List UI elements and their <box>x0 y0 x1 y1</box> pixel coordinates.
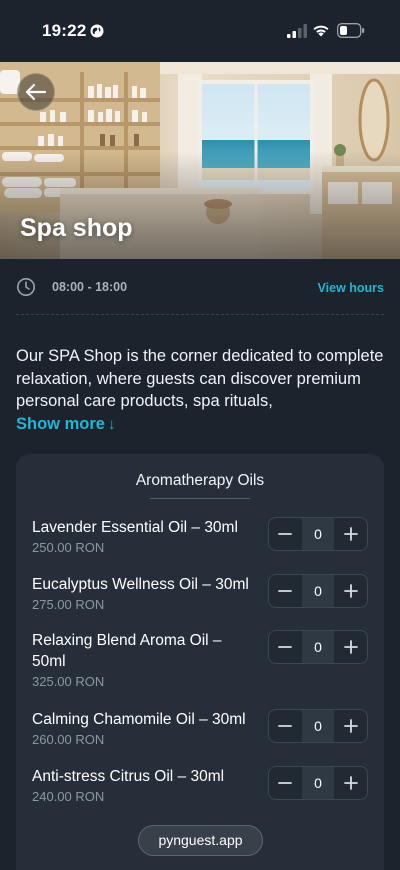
arrow-down-icon: ↓ <box>107 416 116 433</box>
plus-icon <box>344 776 358 790</box>
plus-icon <box>344 640 358 654</box>
status-time: 19:22 <box>42 21 87 40</box>
product-item: Eucalyptus Wellness Oil – 30ml 275.00 RO… <box>32 574 384 612</box>
site-url-badge: pynguest.app <box>138 825 263 856</box>
plus-icon <box>344 584 358 598</box>
quantity-stepper: 0 <box>268 517 368 551</box>
back-arrow-icon <box>25 83 47 101</box>
minus-icon <box>278 725 292 727</box>
signal-icon <box>287 24 307 38</box>
decrease-quantity-button[interactable] <box>269 710 301 742</box>
quantity-value: 0 <box>302 575 334 607</box>
globe-icon <box>90 24 104 38</box>
increase-quantity-button[interactable] <box>335 767 367 799</box>
quantity-stepper: 0 <box>268 709 368 743</box>
increase-quantity-button[interactable] <box>335 631 367 663</box>
product-name: Lavender Essential Oil – 30ml <box>32 519 238 536</box>
product-name: Calming Chamomile Oil – 30ml <box>32 711 246 728</box>
product-name: Relaxing Blend Aroma Oil – 50ml <box>32 632 222 670</box>
plus-icon <box>344 719 358 733</box>
divider <box>16 314 384 315</box>
opening-hours-row: 08:00 - 18:00 View hours <box>16 276 384 298</box>
minus-icon <box>278 590 292 592</box>
quantity-stepper: 0 <box>268 630 368 664</box>
quantity-stepper: 0 <box>268 574 368 608</box>
wifi-icon <box>313 25 329 37</box>
status-bar: 19:22 <box>0 0 400 62</box>
page-title: Spa shop <box>20 214 133 242</box>
minus-icon <box>278 782 292 784</box>
plus-icon <box>344 527 358 541</box>
battery-icon <box>337 23 365 38</box>
increase-quantity-button[interactable] <box>335 575 367 607</box>
decrease-quantity-button[interactable] <box>269 575 301 607</box>
minus-icon <box>278 646 292 648</box>
decrease-quantity-button[interactable] <box>269 631 301 663</box>
back-button[interactable] <box>17 73 55 111</box>
category-title: Aromatherapy Oils <box>135 472 265 489</box>
product-item: Calming Chamomile Oil – 30ml 260.00 RON … <box>32 709 384 747</box>
show-more-button[interactable]: Show more ↓ <box>16 415 115 434</box>
quantity-value: 0 <box>302 710 334 742</box>
product-item: Anti-stress Citrus Oil – 30ml 240.00 RON… <box>32 766 384 804</box>
decrease-quantity-button[interactable] <box>269 767 301 799</box>
shop-description: Our SPA Shop is the corner dedicated to … <box>16 347 384 410</box>
show-more-label: Show more <box>16 415 105 433</box>
product-name: Anti-stress Citrus Oil – 30ml <box>32 768 225 785</box>
quantity-value: 0 <box>302 518 334 550</box>
increase-quantity-button[interactable] <box>335 710 367 742</box>
product-name: Eucalyptus Wellness Oil – 30ml <box>32 576 249 593</box>
opening-hours-text: 08:00 - 18:00 <box>52 280 128 294</box>
decrease-quantity-button[interactable] <box>269 518 301 550</box>
increase-quantity-button[interactable] <box>335 518 367 550</box>
clock-icon <box>17 278 35 296</box>
quantity-value: 0 <box>302 631 334 663</box>
view-hours-link[interactable]: View hours <box>318 281 384 295</box>
quantity-stepper: 0 <box>268 766 368 800</box>
product-item: Relaxing Blend Aroma Oil – 50ml 325.00 R… <box>32 630 384 689</box>
category-title-underline <box>150 498 250 499</box>
product-price: 325.00 RON <box>32 674 105 689</box>
product-category-card: Aromatherapy Oils Lavender Essential Oil… <box>16 454 384 870</box>
quantity-value: 0 <box>302 767 334 799</box>
minus-icon <box>278 533 292 535</box>
product-item: Lavender Essential Oil – 30ml 250.00 RON… <box>32 517 384 555</box>
